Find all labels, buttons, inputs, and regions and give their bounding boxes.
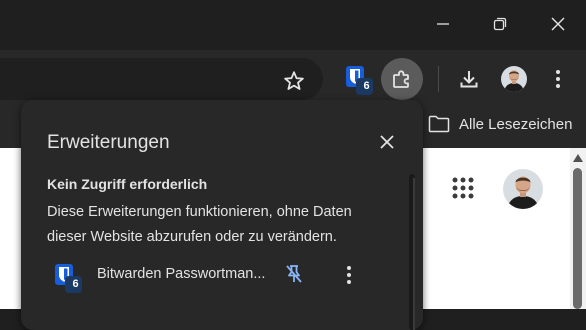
restore-icon — [493, 17, 507, 31]
extensions-button[interactable] — [381, 58, 423, 100]
star-icon — [284, 71, 304, 90]
avatar — [503, 169, 543, 209]
extension-row-bitwarden[interactable]: 6 Bitwarden Passwortman... — [21, 257, 401, 293]
bookmark-star-button[interactable] — [282, 69, 306, 93]
section-heading: Kein Zugriff erforderlich — [47, 176, 208, 192]
extension-name: Bitwarden Passwortman... — [97, 266, 266, 282]
section-description: Diese Erweiterungen funktionieren, ohne … — [47, 204, 352, 245]
scroll-up-arrow-icon[interactable] — [573, 154, 583, 162]
close-icon — [551, 17, 565, 31]
profile-avatar-button[interactable] — [501, 66, 527, 92]
bitwarden-toolbar-button[interactable]: 6 — [344, 64, 374, 96]
unpin-extension-button[interactable] — [283, 263, 305, 285]
minimize-icon — [437, 23, 449, 25]
more-vert-icon — [347, 266, 351, 284]
account-avatar-button[interactable] — [503, 169, 543, 209]
toolbar-divider — [438, 66, 439, 92]
popup-close-button[interactable] — [376, 131, 398, 153]
extension-badge-count: 6 — [72, 278, 79, 290]
popup-title: Erweiterungen — [47, 132, 170, 153]
google-apps-button[interactable] — [452, 177, 474, 199]
scroll-thumb[interactable] — [573, 168, 582, 309]
minimize-button[interactable] — [420, 3, 466, 45]
download-icon — [460, 71, 478, 88]
more-vert-icon — [556, 70, 560, 88]
popup-scrollbar-thumb[interactable] — [413, 178, 415, 330]
bitwarden-extension-icon: 6 — [53, 263, 83, 293]
restore-button[interactable] — [477, 3, 523, 45]
folder-icon — [428, 115, 450, 133]
puzzle-icon — [393, 70, 409, 88]
downloads-button[interactable] — [455, 65, 483, 93]
chrome-menu-button[interactable] — [548, 64, 568, 94]
apps-grid-icon — [452, 177, 474, 199]
address-bar[interactable] — [0, 58, 323, 100]
extension-more-button[interactable] — [339, 263, 359, 287]
bitwarden-badge-count: 6 — [363, 80, 370, 92]
avatar — [501, 66, 527, 92]
all-bookmarks-button[interactable]: Alle Lesezeichen — [428, 115, 572, 133]
unpin-icon — [286, 265, 302, 283]
page-scrollbar[interactable] — [570, 148, 586, 309]
close-window-button[interactable] — [535, 3, 581, 45]
all-bookmarks-label: Alle Lesezeichen — [459, 115, 573, 133]
extensions-popup: Erweiterungen Kein Zugriff erforderlich … — [21, 100, 423, 330]
title-bar — [0, 0, 586, 50]
close-icon — [380, 135, 394, 149]
